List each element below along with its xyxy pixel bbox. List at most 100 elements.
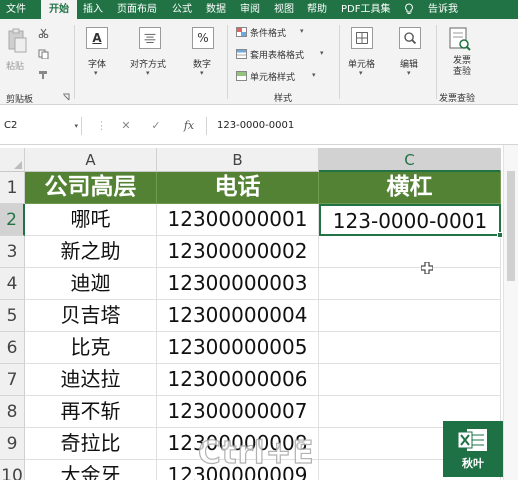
cell-c5[interactable]	[319, 300, 501, 332]
row-header-4[interactable]: 4	[0, 268, 25, 300]
tab-page-layout[interactable]: 页面布局	[117, 0, 157, 19]
select-all-button[interactable]	[0, 148, 25, 172]
cancel-icon[interactable]: ✕	[118, 117, 134, 135]
cell-a3[interactable]: 新之助	[25, 236, 157, 268]
table-format-icon[interactable]	[236, 49, 247, 59]
header-cell-a[interactable]: 公司高层	[25, 172, 157, 204]
lightbulb-icon	[405, 3, 413, 14]
chevron-down-icon[interactable]: ▾	[312, 71, 316, 79]
cell-style-label[interactable]: 单元格样式	[250, 70, 295, 83]
conditional-format-icon[interactable]	[236, 27, 247, 37]
row-header-10[interactable]: 10	[0, 460, 25, 480]
header-cell-b[interactable]: 电话	[157, 172, 319, 204]
tab-tell-me[interactable]: 告诉我	[428, 0, 458, 19]
format-painter-icon[interactable]	[38, 70, 49, 80]
cell-a6[interactable]: 比克	[25, 332, 157, 364]
cells-icon[interactable]	[351, 27, 373, 49]
cell-a2[interactable]: 哪吒	[25, 204, 157, 236]
ribbon-separator	[74, 25, 75, 99]
cell-c2[interactable]: 123-0000-0001	[319, 204, 501, 236]
paste-icon[interactable]	[6, 27, 28, 55]
formula-bar: C2 ▾ ⋮ ✕ ✓ fx 123-0000-0001	[0, 105, 518, 145]
tab-data[interactable]: 数据	[206, 0, 226, 19]
column-header-c[interactable]: C	[319, 148, 501, 172]
vertical-scrollbar[interactable]	[503, 145, 518, 480]
cell-c4[interactable]	[319, 268, 501, 300]
clipboard-group-label: 剪贴板	[6, 95, 34, 105]
conditional-format-label[interactable]: 条件格式	[250, 26, 286, 39]
cut-icon[interactable]	[38, 28, 49, 38]
scrollbar-thumb[interactable]	[507, 171, 515, 281]
cell-b6[interactable]: 12300000005	[157, 332, 319, 364]
cell-b5[interactable]: 12300000004	[157, 300, 319, 332]
paste-label: 粘贴	[6, 62, 25, 72]
chevron-down-icon[interactable]: ▾	[94, 69, 98, 77]
cell-a4[interactable]: 迪迦	[25, 268, 157, 300]
tab-file[interactable]: 文件	[6, 0, 26, 19]
formula-input[interactable]: 123-0000-0001	[206, 117, 518, 135]
name-box[interactable]: C2 ▾	[2, 117, 82, 135]
tab-home[interactable]: 开始	[41, 0, 77, 19]
header-cell-c[interactable]: 横杠	[319, 172, 501, 204]
row-header-8[interactable]: 8	[0, 396, 25, 428]
more-options-icon[interactable]: ⋮	[96, 117, 107, 135]
shortcut-overlay: Ctrl+E	[197, 434, 315, 471]
tab-insert[interactable]: 插入	[83, 0, 103, 19]
cell-a9[interactable]: 奇拉比	[25, 428, 157, 460]
table-format-label[interactable]: 套用表格格式	[250, 48, 304, 61]
row-header-1[interactable]: 1	[0, 172, 25, 204]
invoice-check-label[interactable]: 发票查验	[449, 56, 475, 78]
cell-b4[interactable]: 12300000003	[157, 268, 319, 300]
spreadsheet-grid: A B C 1 公司高层 电话 横杠 2 哪吒 12300000001 123-0000-00…	[0, 145, 518, 480]
cell-b3[interactable]: 12300000002	[157, 236, 319, 268]
cell-c7[interactable]	[319, 364, 501, 396]
dialog-launcher-icon[interactable]	[62, 93, 70, 101]
logo: 秋叶	[443, 421, 503, 477]
cell-c3[interactable]	[319, 236, 501, 268]
cell-a10[interactable]: 大金牙	[25, 460, 157, 480]
excel-logo-icon	[457, 429, 487, 451]
row-header-5[interactable]: 5	[0, 300, 25, 332]
ribbon-separator	[436, 25, 437, 99]
confirm-icon[interactable]: ✓	[148, 117, 164, 135]
row-header-2[interactable]: 2	[0, 204, 25, 236]
cell-reference: C2	[4, 120, 18, 131]
logo-text: 秋叶	[462, 457, 484, 470]
cell-a5[interactable]: 贝吉塔	[25, 300, 157, 332]
chevron-down-icon[interactable]: ▾	[300, 27, 304, 35]
tab-help[interactable]: 帮助	[307, 0, 327, 19]
cell-style-icon[interactable]	[236, 71, 247, 81]
tab-pdf-tools[interactable]: PDF工具集	[341, 0, 390, 19]
number-format-icon[interactable]: %	[192, 27, 214, 49]
font-icon[interactable]: A	[86, 27, 108, 49]
column-header-a[interactable]: A	[25, 148, 157, 172]
chevron-down-icon[interactable]: ▾	[320, 49, 324, 57]
tab-review[interactable]: 审阅	[240, 0, 260, 19]
ribbon-separator	[227, 25, 228, 99]
cell-b2[interactable]: 12300000001	[157, 204, 319, 236]
row-header-3[interactable]: 3	[0, 236, 25, 268]
column-header-b[interactable]: B	[157, 148, 319, 172]
invoice-group-label: 发票查验	[439, 94, 476, 104]
cell-c6[interactable]	[319, 332, 501, 364]
invoice-check-icon[interactable]	[448, 26, 472, 52]
cell-a7[interactable]: 迪达拉	[25, 364, 157, 396]
chevron-down-icon[interactable]: ▾	[146, 69, 150, 77]
search-icon[interactable]	[399, 27, 421, 49]
row-header-9[interactable]: 9	[0, 428, 25, 460]
chevron-down-icon[interactable]: ▾	[359, 69, 363, 77]
tab-view[interactable]: 视图	[274, 0, 294, 19]
chevron-down-icon[interactable]: ▾	[74, 117, 78, 135]
insert-function-icon[interactable]: fx	[180, 117, 198, 135]
fill-handle[interactable]	[497, 232, 503, 238]
row-header-6[interactable]: 6	[0, 332, 25, 364]
cell-a8[interactable]: 再不斩	[25, 396, 157, 428]
chevron-down-icon[interactable]: ▾	[200, 69, 204, 77]
row-header-7[interactable]: 7	[0, 364, 25, 396]
tab-formulas[interactable]: 公式	[172, 0, 192, 19]
chevron-down-icon[interactable]: ▾	[407, 69, 411, 77]
cell-b8[interactable]: 12300000007	[157, 396, 319, 428]
copy-icon[interactable]	[38, 49, 49, 59]
cell-b7[interactable]: 12300000006	[157, 364, 319, 396]
alignment-icon[interactable]	[139, 27, 161, 49]
